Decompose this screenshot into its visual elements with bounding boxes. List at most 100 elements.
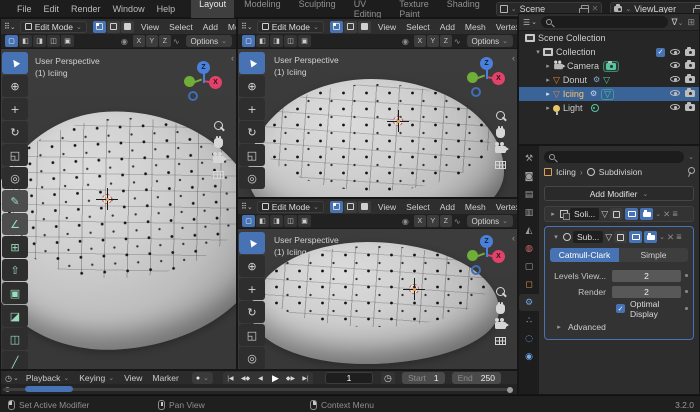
editor-type-icon[interactable]: ⠿ ⌄ xyxy=(4,22,16,31)
face-select-button[interactable] xyxy=(357,200,371,213)
expand-icon[interactable]: ▸ xyxy=(543,76,553,84)
menu-render[interactable]: Render xyxy=(65,4,107,14)
cage-toggle-icon[interactable] xyxy=(610,208,624,220)
animate-dot[interactable] xyxy=(685,307,688,310)
prev-keyframe-button[interactable]: ◀◆ xyxy=(238,372,253,385)
advanced-section[interactable]: ▸ Advanced xyxy=(554,320,688,334)
tool-move[interactable]: + xyxy=(2,98,28,120)
animate-dot[interactable] xyxy=(685,290,688,293)
tab-modifiers[interactable]: ⚙ xyxy=(519,294,539,311)
filter-icon[interactable]: ∇⌄ xyxy=(672,17,684,28)
axis-x-button[interactable]: X xyxy=(413,215,426,227)
tab-tool[interactable]: ⚒ xyxy=(519,150,539,167)
vertex-select-button[interactable] xyxy=(329,200,343,213)
edge-select-button[interactable] xyxy=(343,200,357,213)
select-invert-button[interactable]: ◫ xyxy=(47,35,60,47)
hide-eye-icon[interactable] xyxy=(670,76,680,82)
tool-knife[interactable]: ╱ xyxy=(2,351,28,369)
select-intersect-button[interactable]: ▣ xyxy=(61,35,74,47)
zoom-icon[interactable] xyxy=(496,287,505,296)
select-intersect-button[interactable]: ▣ xyxy=(298,35,311,47)
icing-mesh[interactable] xyxy=(251,242,499,364)
hide-eye-icon[interactable] xyxy=(670,90,680,96)
modifier-subdivision-header[interactable]: ▾ Sub... ▽ ⌄ ✕ ≣ xyxy=(548,229,690,245)
modifier-name-field[interactable]: Soli... xyxy=(570,208,600,220)
breadcrumb-object[interactable]: Iciing xyxy=(556,167,576,177)
use-preview-range-button[interactable]: ◷ xyxy=(380,372,395,384)
tool-select-box[interactable]: ▲ xyxy=(239,52,265,74)
breadcrumb-modifier[interactable]: Subdivision xyxy=(599,167,642,177)
menu-window[interactable]: Window xyxy=(107,4,151,14)
mode-dropdown[interactable]: Edit Mode ⌄ xyxy=(256,20,324,33)
render-levels-field[interactable]: 2 xyxy=(612,285,681,298)
extras-dropdown-icon[interactable]: ⌄ xyxy=(655,210,661,218)
select-box-variant-button[interactable]: ▢ xyxy=(5,35,18,47)
properties-filter-icon[interactable]: ⌄ xyxy=(688,153,694,161)
falloff-icon[interactable]: ∿ xyxy=(454,217,461,226)
ortho-toggle-icon[interactable] xyxy=(495,161,506,169)
tab-object[interactable]: ◻ xyxy=(519,276,539,293)
delete-modifier-icon[interactable]: ✕ xyxy=(663,209,670,220)
outliner-row-donut[interactable]: ▸ ▽ Donut ⚙ ▽ xyxy=(519,73,699,87)
editor-type-icon[interactable]: ⠿ ⌄ xyxy=(241,202,253,211)
camera-view-icon[interactable] xyxy=(495,142,509,153)
viewport-visibility-toggle[interactable] xyxy=(625,208,639,220)
menu-view[interactable]: View xyxy=(375,22,399,32)
gizmo-neg-axis[interactable] xyxy=(471,87,481,97)
vertex-select-button[interactable] xyxy=(329,20,343,33)
collapse-icon[interactable]: ▾ xyxy=(551,233,561,241)
jump-to-start-button[interactable]: |◀ xyxy=(223,372,238,385)
tool-rotate[interactable]: ↻ xyxy=(239,121,265,143)
tool-select-box[interactable]: ▲ xyxy=(239,232,265,254)
render-visibility-icon[interactable] xyxy=(685,46,695,56)
render-visibility-icon[interactable] xyxy=(685,87,695,97)
menu-keying[interactable]: Keying ⌄ xyxy=(76,373,117,383)
new-view-layer-icon[interactable] xyxy=(693,4,700,18)
vertex-select-button[interactable] xyxy=(92,20,106,33)
gizmo-y-axis[interactable] xyxy=(467,250,478,261)
render-visibility-icon[interactable] xyxy=(685,59,695,69)
outliner-row-camera[interactable]: ▸ Camera xyxy=(519,59,699,73)
gizmo-z-axis[interactable]: Z xyxy=(480,235,493,248)
tool-loop-cut[interactable]: ◫ xyxy=(2,328,28,350)
render-visibility-icon[interactable] xyxy=(685,73,695,83)
select-invert-button[interactable]: ◫ xyxy=(284,215,297,227)
options-dropdown[interactable]: Options ⌄ xyxy=(466,215,513,227)
add-modifier-button[interactable]: Add Modifier ⌄ xyxy=(544,186,694,201)
tab-physics[interactable]: ◌ xyxy=(519,330,539,347)
gizmo-x-axis[interactable]: X xyxy=(209,76,222,89)
axis-y-button[interactable]: Y xyxy=(426,35,439,47)
timeline-editor-type-icon[interactable]: ◷ ⌄ xyxy=(5,374,19,383)
expand-icon[interactable]: ▸ xyxy=(543,104,553,112)
simple-button[interactable]: Simple xyxy=(619,248,688,262)
scene-dropdown-icon[interactable]: ⌄ xyxy=(511,5,517,13)
tool-annotate[interactable]: ✎ xyxy=(2,190,28,212)
tab-object-data[interactable]: ◉ xyxy=(519,348,539,365)
select-subtract-button[interactable]: ◨ xyxy=(270,35,283,47)
cage-toggle-icon[interactable] xyxy=(614,231,628,243)
editmode-toggle-icon[interactable]: ▽ xyxy=(601,210,608,219)
view-layer-name[interactable]: ViewLayer xyxy=(634,4,692,14)
face-select-button[interactable] xyxy=(120,20,134,33)
zoom-icon[interactable] xyxy=(496,111,505,120)
camera-view-icon[interactable] xyxy=(213,152,227,163)
frame-range-indicator[interactable] xyxy=(25,386,73,392)
menu-mesh[interactable]: Mesh xyxy=(225,22,236,32)
menu-marker[interactable]: Marker xyxy=(149,373,181,383)
menu-help[interactable]: Help xyxy=(151,4,182,14)
axis-z-button[interactable]: Z xyxy=(439,215,452,227)
render-visibility-icon[interactable] xyxy=(685,101,695,111)
gizmo-x-axis[interactable]: X xyxy=(492,72,505,85)
sidebar-toggle-icon[interactable]: ‹ xyxy=(512,233,515,243)
unlink-scene-icon[interactable]: ✕ xyxy=(592,4,599,13)
ortho-toggle-icon[interactable] xyxy=(495,337,506,345)
tool-measure[interactable]: ∠ xyxy=(2,213,28,235)
select-extend-button[interactable]: ◧ xyxy=(256,35,269,47)
tool-cursor[interactable]: ⊕ xyxy=(2,75,28,97)
catmull-clark-button[interactable]: Catmull-Clark xyxy=(550,248,619,262)
expand-icon[interactable]: ▸ xyxy=(543,90,553,98)
menu-add[interactable]: Add xyxy=(200,22,221,32)
tool-extrude-region[interactable]: ⇧ xyxy=(2,259,28,281)
navigation-gizmo[interactable]: Z X xyxy=(463,57,509,103)
sidebar-toggle-icon[interactable]: ‹ xyxy=(231,53,234,63)
